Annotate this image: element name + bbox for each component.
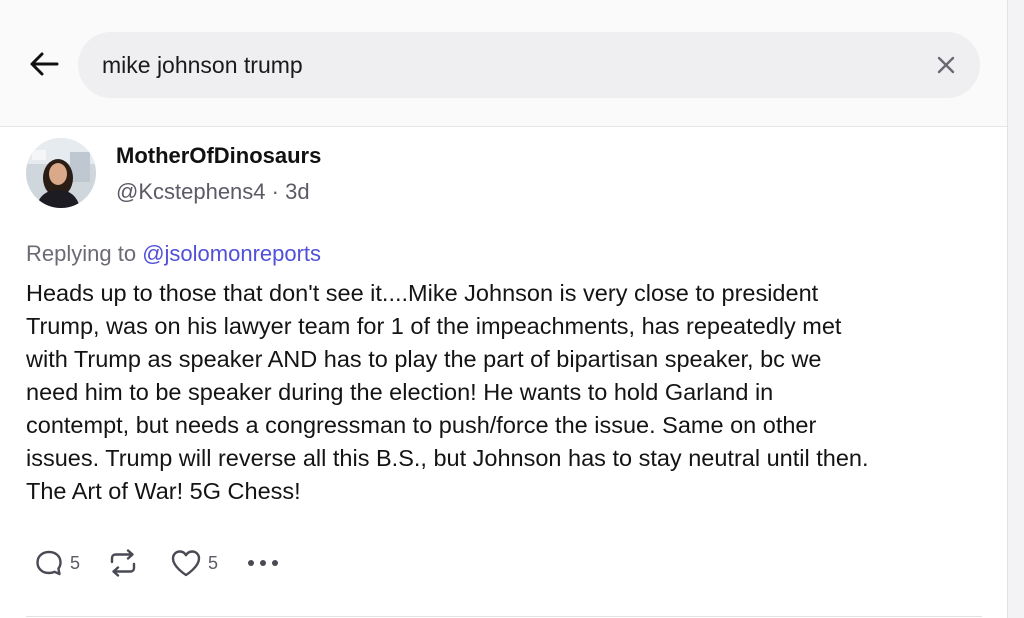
- like-count: 5: [208, 552, 219, 573]
- page: MotherOfDinosaurs @Kcstephens4 · 3d Repl…: [0, 0, 1024, 618]
- post-meta: @Kcstephens4 · 3d: [116, 179, 310, 205]
- profile-photo: [26, 138, 96, 208]
- user-handle[interactable]: @Kcstephens4: [116, 179, 266, 204]
- meta-separator: ·: [265, 179, 286, 204]
- display-name[interactable]: MotherOfDinosaurs: [116, 143, 321, 169]
- search-header: [0, 0, 1008, 127]
- replying-prefix: Replying to: [26, 241, 143, 266]
- avatar[interactable]: [26, 138, 96, 208]
- replying-to-handle[interactable]: @jsolomonreports: [142, 241, 321, 266]
- speech-bubble-icon: [36, 550, 62, 576]
- heart-icon: [171, 550, 201, 577]
- like-button[interactable]: 5: [170, 548, 218, 578]
- post-divider: [26, 616, 982, 617]
- repost-button[interactable]: [106, 547, 140, 579]
- repost-arrows-icon: [110, 549, 136, 577]
- back-button[interactable]: [22, 44, 66, 84]
- reply-count: 5: [70, 552, 81, 573]
- reply-button[interactable]: 5: [34, 548, 80, 578]
- post-text: Heads up to those that don't see it....M…: [26, 280, 869, 504]
- close-icon: [937, 56, 955, 74]
- post-actions: 5 5: [34, 543, 280, 583]
- more-options-button[interactable]: [246, 557, 280, 569]
- arrow-left-icon: [30, 52, 59, 76]
- post-age[interactable]: 3d: [285, 179, 309, 204]
- clear-search-button[interactable]: [930, 49, 962, 81]
- scrollbar[interactable]: [1007, 0, 1024, 618]
- replying-to: Replying to @jsolomonreports: [26, 241, 321, 267]
- search-bar[interactable]: [78, 32, 980, 98]
- post: MotherOfDinosaurs @Kcstephens4 · 3d Repl…: [0, 127, 1008, 618]
- ellipsis-icon: [248, 560, 279, 566]
- search-input[interactable]: [102, 51, 920, 79]
